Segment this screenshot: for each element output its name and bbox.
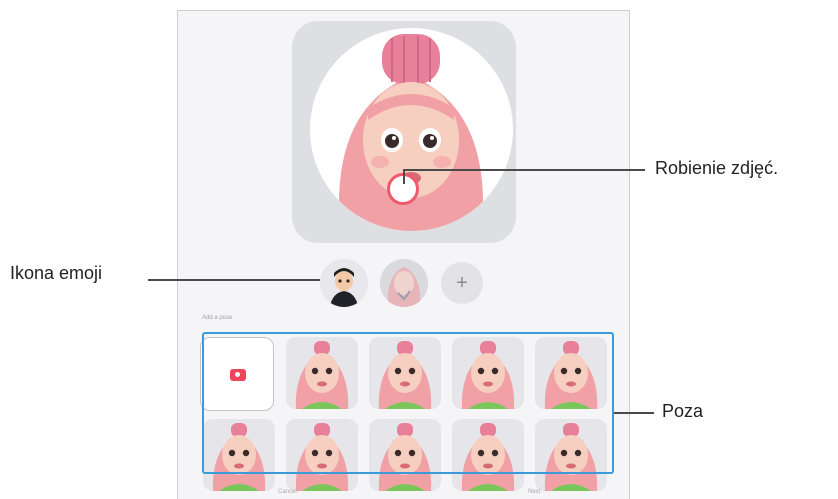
emoji-boy-image	[320, 259, 368, 307]
capture-pose-tile[interactable]	[200, 337, 274, 411]
shutter-callout-vertical	[403, 170, 405, 184]
emoji-strip: +	[320, 254, 490, 312]
emoji-thumb-boy[interactable]	[320, 259, 368, 307]
camera-icon	[230, 369, 246, 381]
pose-image	[286, 419, 358, 491]
next-button[interactable]: Next	[528, 489, 540, 495]
pose-image	[452, 337, 524, 409]
pose-tile-2[interactable]	[369, 337, 441, 409]
bottom-bar: Cancel Next	[178, 487, 629, 499]
pose-tile-8[interactable]	[452, 419, 524, 491]
pose-image	[369, 337, 441, 409]
pose-tile-5[interactable]	[203, 419, 275, 491]
pose-tile-1[interactable]	[286, 337, 358, 409]
emoji-thumb-girl[interactable]	[380, 259, 428, 307]
emoji-girl-image	[380, 259, 428, 307]
emoji-callout-line	[148, 279, 320, 281]
pose-tile-9[interactable]	[535, 419, 607, 491]
pose-image	[203, 419, 275, 491]
shutter-callout-label: Robienie zdjęć.	[655, 158, 779, 178]
avatar-creator-screen: + Add a pose Cancel Next	[177, 10, 630, 499]
pose-image	[369, 419, 441, 491]
pose-image	[286, 337, 358, 409]
shutter-callout-line	[403, 169, 645, 171]
pose-tile-4[interactable]	[535, 337, 607, 409]
pose-image	[535, 337, 607, 409]
pose-tile-3[interactable]	[452, 337, 524, 409]
pose-callout-label: Poza	[662, 401, 704, 421]
avatar-preview-card	[292, 21, 516, 243]
add-emoji-button[interactable]: +	[441, 262, 483, 304]
cancel-button[interactable]: Cancel	[278, 489, 297, 495]
pose-callout-line	[614, 412, 654, 414]
section-label: Add a pose	[202, 315, 233, 321]
pose-image	[452, 419, 524, 491]
pose-tile-7[interactable]	[369, 419, 441, 491]
pose-image	[535, 419, 607, 491]
pose-tile-6[interactable]	[286, 419, 358, 491]
emoji-callout-label: Ikona emoji	[10, 263, 103, 283]
